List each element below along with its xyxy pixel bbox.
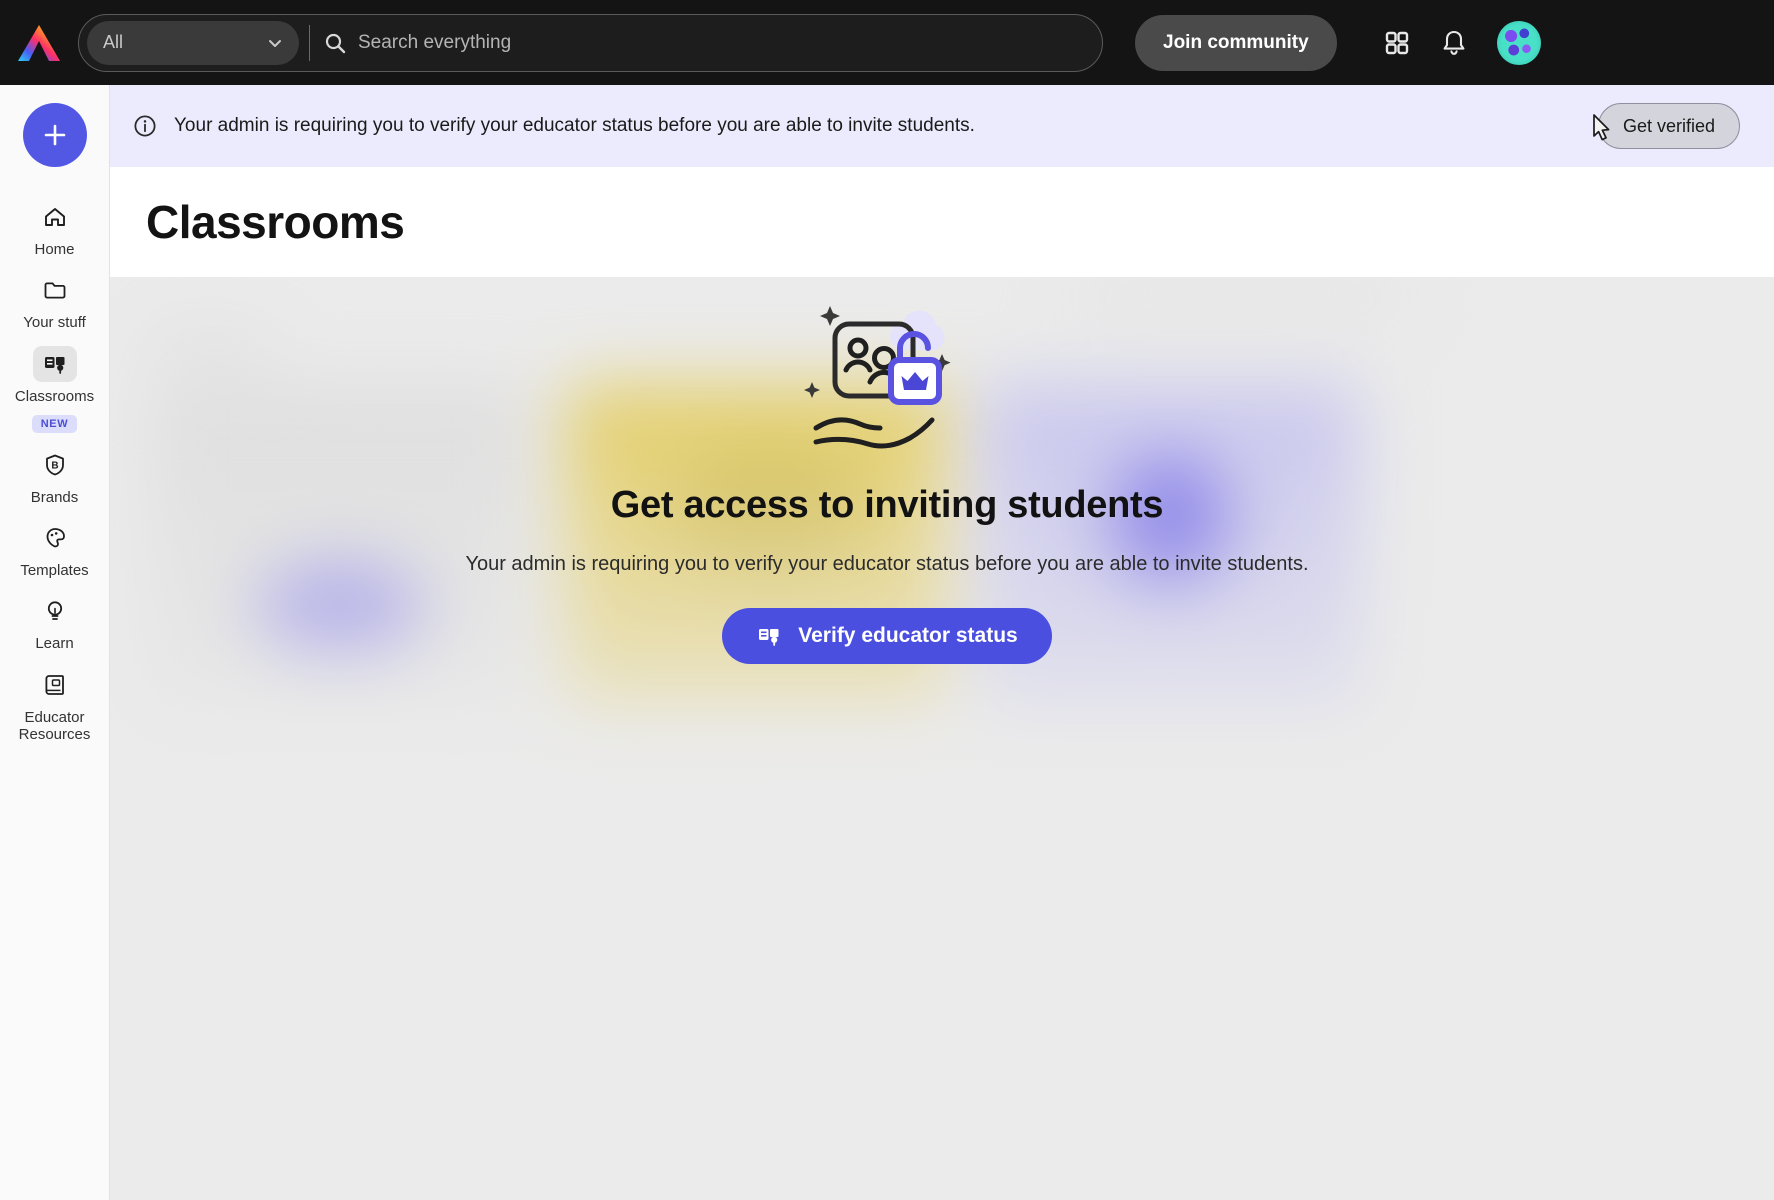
verify-educator-status-button[interactable]: Verify educator status <box>722 608 1052 664</box>
promo-title: Get access to inviting students <box>610 484 1164 526</box>
get-verified-label: Get verified <box>1622 115 1715 136</box>
search-scope-value: All <box>103 32 124 52</box>
info-circle-icon <box>134 115 156 137</box>
sidebar-item-educator-resources[interactable]: Educator Resources <box>0 657 110 748</box>
page-title: Classrooms <box>146 196 405 248</box>
adobe-express-logo[interactable] <box>0 23 78 63</box>
search-icon <box>325 33 346 53</box>
grid-apps-icon[interactable] <box>1383 29 1411 57</box>
search-scope-dropdown[interactable]: All <box>87 20 299 65</box>
create-new-button[interactable] <box>22 103 87 167</box>
chevron-down-icon <box>269 39 281 47</box>
book-icon <box>33 667 77 703</box>
promo-subtitle: Your admin is requiring you to verify yo… <box>465 553 1309 575</box>
top-bar-actions <box>1383 20 1541 65</box>
sidebar-item-label: Educator Resources <box>18 708 91 743</box>
search-input[interactable] <box>358 31 1082 54</box>
mouse-cursor-icon <box>1593 114 1610 141</box>
classrooms-icon <box>759 629 779 646</box>
verify-button-label: Verify educator status <box>798 624 1018 647</box>
sidebar-item-home[interactable]: Home <box>0 189 110 262</box>
get-verified-button[interactable]: Get verified <box>1593 103 1740 149</box>
join-community-button[interactable]: Join community <box>1135 14 1337 71</box>
top-navigation-bar: All Join community <box>0 0 1774 85</box>
global-search-bar: All <box>78 13 1103 72</box>
home-icon <box>33 199 77 235</box>
verification-banner: Your admin is requiring you to verify yo… <box>110 85 1774 167</box>
search-divider <box>309 24 310 61</box>
user-avatar[interactable] <box>1496 20 1541 65</box>
sidebar-item-label: Home <box>34 241 75 258</box>
verify-educator-promo: Get access to inviting students Your adm… <box>0 278 1774 664</box>
app-root: All Join community <box>0 0 1774 1200</box>
plus-icon <box>44 124 65 146</box>
banner-message: Your admin is requiring you to verify yo… <box>174 115 975 136</box>
bell-icon[interactable] <box>1441 29 1467 57</box>
page-header: Classrooms <box>110 167 1774 277</box>
hand-holding-classroom-unlock-illustration <box>804 306 951 449</box>
